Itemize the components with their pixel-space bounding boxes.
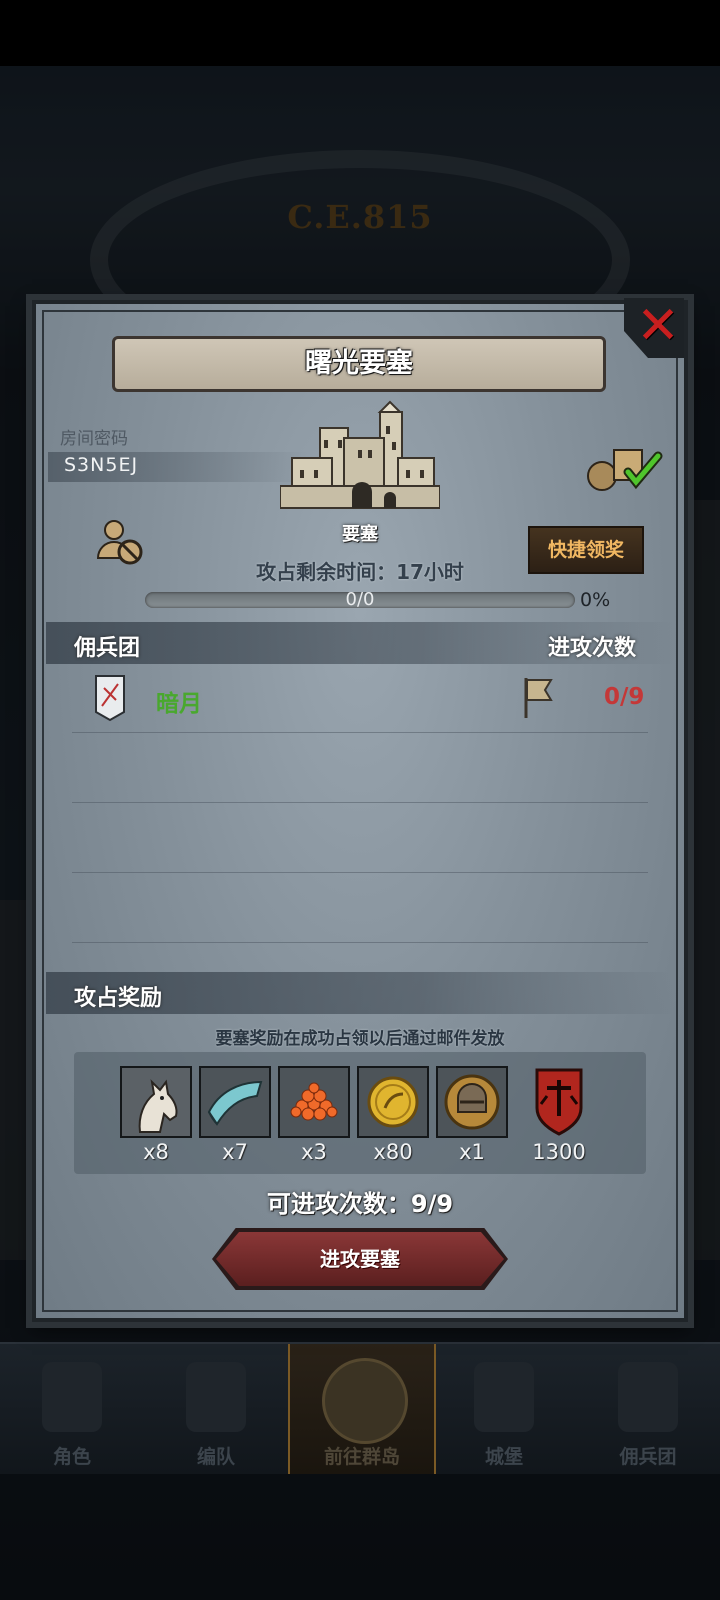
room-code-value[interactable]: S3N5EJ [64, 454, 138, 476]
attack-button-label[interactable]: 进攻要塞 [216, 1232, 504, 1286]
nav-label: 角色 [52, 1446, 91, 1468]
row-divider [72, 802, 648, 803]
nav-label: 前往群岛 [323, 1446, 400, 1468]
nav-item-character[interactable]: 角色 [0, 1344, 144, 1474]
guild-banner-icon [95, 675, 125, 722]
building-label: 要塞 [342, 524, 378, 545]
compass-icon [322, 1358, 408, 1444]
dialog-title: 曙光要塞 [305, 348, 413, 379]
nav-item-formation[interactable]: 编队 [144, 1344, 288, 1474]
gold-coin-icon [359, 1068, 427, 1136]
nav-label: 城堡 [484, 1446, 523, 1468]
nav-item-castle[interactable]: 城堡 [432, 1344, 576, 1474]
mercenary-name: 暗月 [156, 691, 202, 717]
reward-note: 要塞奖励在成功占领以后通过邮件发放 [215, 1029, 505, 1049]
nav-item-islands[interactable]: 前往群岛 [288, 1344, 436, 1474]
flag-icon [524, 678, 553, 718]
cloth-icon [201, 1068, 269, 1136]
row-divider [72, 872, 648, 873]
beads-icon [280, 1068, 348, 1136]
progress-text: 0/0 [345, 589, 375, 610]
castle-nav-icon [474, 1362, 534, 1432]
row-divider [72, 732, 648, 733]
helmet-coin-icon [438, 1068, 506, 1136]
supply-bags-icon[interactable] [584, 444, 666, 494]
mercenary-title: 佣兵团 [74, 636, 141, 661]
knight-icon [42, 1362, 102, 1432]
nav-label: 编队 [196, 1446, 235, 1468]
row-divider [72, 942, 648, 943]
reward-item-guild-emblem[interactable] [523, 1066, 595, 1138]
room-code-label: 房间密码 [60, 429, 128, 449]
horse-icon [122, 1068, 190, 1136]
mercenary-row[interactable] [60, 670, 660, 730]
reward-qty: x80 [373, 1140, 413, 1164]
castle-icon [280, 400, 440, 509]
guild-emblem-icon [535, 1068, 583, 1136]
attack-count-title: 进攻次数 [548, 636, 637, 661]
bottom-nav: 角色 编队 前往群岛 城堡 佣兵团 [0, 1342, 720, 1474]
mercenary-attacks: 0/9 [604, 684, 645, 710]
reward-qty: x7 [222, 1140, 248, 1164]
reward-title: 攻占奖励 [74, 986, 163, 1011]
reward-qty: 1300 [532, 1140, 586, 1164]
reward-qty: x1 [459, 1140, 485, 1164]
progress-percent: 0% [580, 589, 611, 611]
reward-item-helmet-coin[interactable] [436, 1066, 508, 1138]
armor-icon [186, 1362, 246, 1432]
attempts-left: 可进攻次数：9/9 [266, 1190, 454, 1218]
sword-icon [618, 1362, 678, 1432]
reward-qty: x3 [301, 1140, 327, 1164]
reward-item-gold-coin[interactable] [357, 1066, 429, 1138]
reward-item-beads[interactable] [278, 1066, 350, 1138]
reward-item-horse[interactable] [120, 1066, 192, 1138]
reward-item-cloth[interactable] [199, 1066, 271, 1138]
nav-item-mercenary[interactable]: 佣兵团 [576, 1344, 720, 1474]
quick-claim-button[interactable]: 快捷领奖 [528, 526, 644, 574]
close-icon[interactable]: ✕ [632, 300, 684, 352]
nav-label: 佣兵团 [619, 1446, 677, 1468]
reward-qty: x8 [143, 1140, 169, 1164]
status-bar-area [0, 0, 720, 66]
